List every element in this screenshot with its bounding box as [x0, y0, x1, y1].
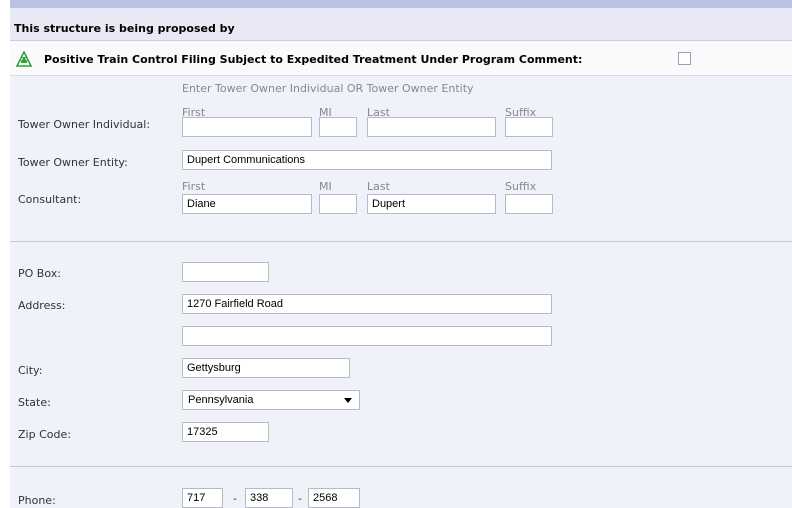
ptc-row: Positive Train Control Filing Subject to…	[10, 41, 792, 76]
city-label: City:	[18, 364, 43, 377]
top-strip	[10, 0, 792, 8]
phone-prefix-input[interactable]	[245, 488, 293, 508]
owner-first-input[interactable]	[182, 117, 312, 137]
address-label: Address:	[18, 299, 66, 312]
po-box-input[interactable]	[182, 262, 269, 282]
tower-owner-entity-input[interactable]	[182, 150, 552, 170]
phone-line-input[interactable]	[308, 488, 360, 508]
zip-code-input[interactable]	[182, 422, 269, 442]
warning-triangle-icon	[16, 51, 32, 67]
consultant-label: Consultant:	[18, 193, 82, 206]
consultant-suffix-label: Suffix	[505, 180, 537, 193]
owner-mi-input[interactable]	[319, 117, 357, 137]
form-panel: This structure is being proposed by Posi…	[10, 0, 792, 508]
zip-code-label: Zip Code:	[18, 428, 71, 441]
ptc-label: Positive Train Control Filing Subject to…	[44, 53, 583, 66]
section-divider	[10, 241, 792, 242]
consultant-first-input[interactable]	[182, 194, 312, 214]
consultant-last-input[interactable]	[367, 194, 496, 214]
section-header: This structure is being proposed by	[10, 8, 792, 41]
phone-separator: -	[233, 492, 237, 505]
section-divider	[10, 466, 792, 467]
section-title: This structure is being proposed by	[14, 22, 235, 35]
consultant-last-label: Last	[367, 180, 390, 193]
consultant-first-label: First	[182, 180, 206, 193]
chevron-down-icon	[344, 398, 352, 403]
state-select-value: Pennsylvania	[188, 394, 254, 406]
address-line1-input[interactable]	[182, 294, 552, 314]
tower-owner-individual-label: Tower Owner Individual:	[18, 118, 151, 131]
phone-area-input[interactable]	[182, 488, 223, 508]
owner-suffix-input[interactable]	[505, 117, 553, 137]
city-input[interactable]	[182, 358, 350, 378]
owner-last-input[interactable]	[367, 117, 496, 137]
ptc-checkbox[interactable]	[678, 52, 691, 65]
phone-separator: -	[298, 492, 302, 505]
state-label: State:	[18, 396, 51, 409]
tower-owner-entity-label: Tower Owner Entity:	[18, 156, 128, 169]
consultant-mi-input[interactable]	[319, 194, 357, 214]
consultant-suffix-input[interactable]	[505, 194, 553, 214]
owner-hint: Enter Tower Owner Individual OR Tower Ow…	[182, 82, 474, 95]
po-box-label: PO Box:	[18, 267, 61, 280]
state-select[interactable]: Pennsylvania	[182, 390, 360, 410]
phone-label: Phone:	[18, 494, 56, 507]
consultant-mi-label: MI	[319, 180, 332, 193]
address-line2-input[interactable]	[182, 326, 552, 346]
